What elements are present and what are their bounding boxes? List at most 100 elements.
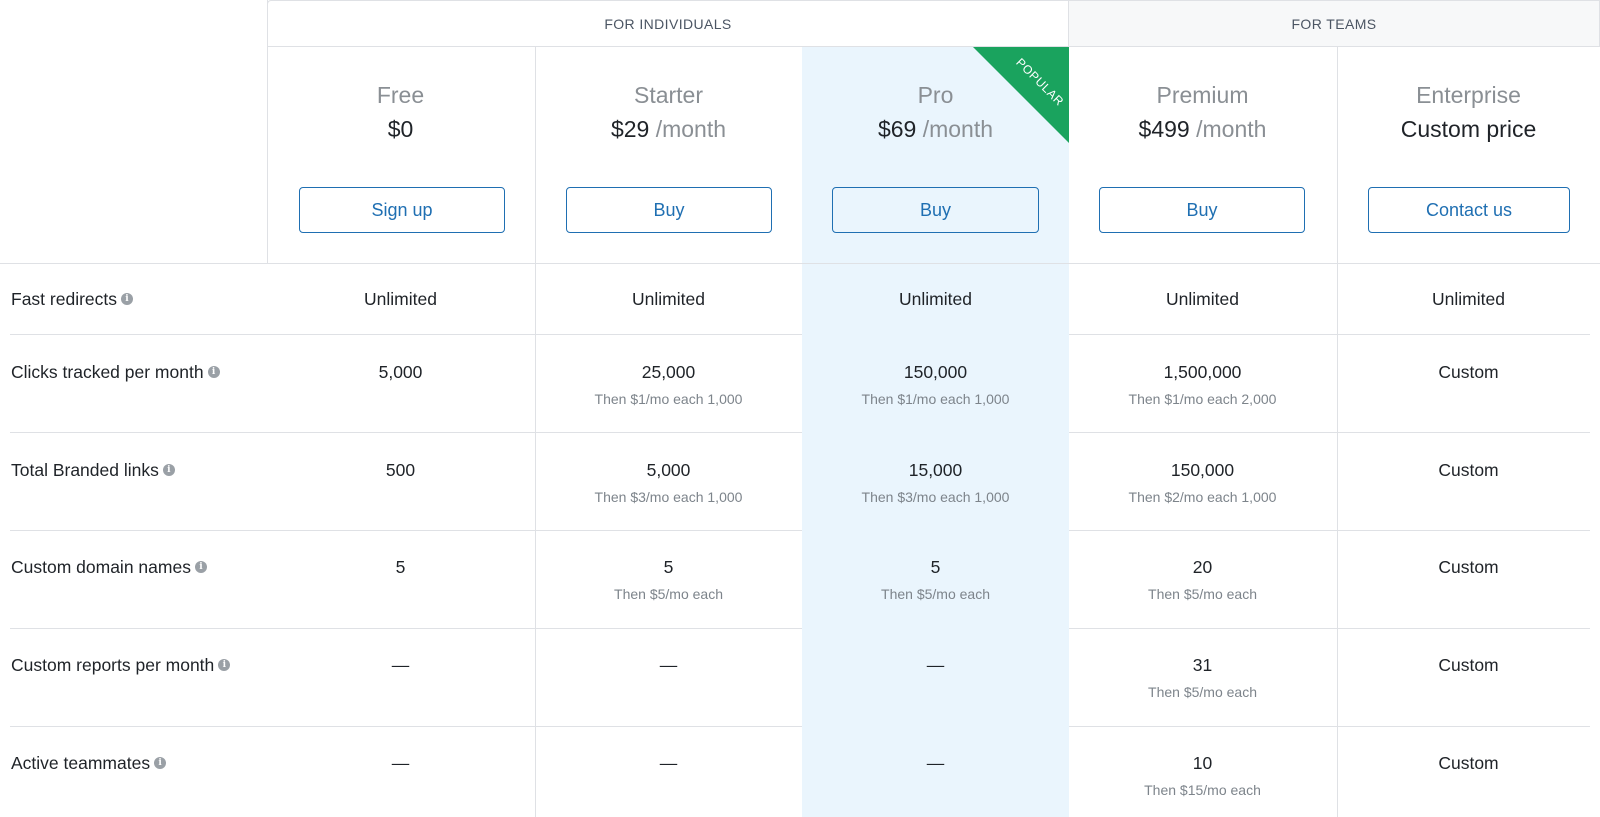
cell-note: Then $1/mo each 1,000 xyxy=(594,391,743,407)
feature-label-text: Active teammates xyxy=(11,753,151,773)
cell-value: — xyxy=(391,655,410,675)
row-divider xyxy=(1069,628,1590,629)
cell-value: Unlimited xyxy=(364,289,437,309)
plan-price-amount: $499 xyxy=(1138,116,1190,142)
cell-value: 5,000 xyxy=(646,460,691,480)
info-icon[interactable]: i xyxy=(162,464,175,477)
plan-price: $499 /month xyxy=(1069,115,1336,143)
table-cell: — xyxy=(535,752,802,774)
sign-up-button[interactable]: Sign up xyxy=(299,187,505,233)
row-divider xyxy=(1069,530,1590,531)
row-divider xyxy=(10,726,802,727)
row-divider xyxy=(10,628,802,629)
cell-value: 150,000 xyxy=(903,362,968,382)
plan-price-amount: Custom price xyxy=(1400,116,1537,142)
plan-name: Enterprise xyxy=(1416,82,1521,108)
plan-price: Custom price xyxy=(1337,115,1600,143)
cell-value: — xyxy=(926,655,945,675)
table-cell: Custom xyxy=(1337,459,1600,481)
cell-note: Then $5/mo each xyxy=(1148,684,1257,700)
cell-value: — xyxy=(391,753,410,773)
plan-card-starter: Starter $29 /month Buy xyxy=(535,47,802,263)
cell-value: Custom xyxy=(1438,655,1499,675)
buy-premium-button[interactable]: Buy xyxy=(1099,187,1305,233)
row-divider xyxy=(10,432,802,433)
table-cell: 10 Then $15/mo each xyxy=(1069,752,1336,799)
cell-value: Unlimited xyxy=(632,289,705,309)
contact-us-button[interactable]: Contact us xyxy=(1368,187,1570,233)
plan-name: Free xyxy=(376,82,425,108)
table-cell: 5 Then $5/mo each xyxy=(802,556,1069,603)
info-icon[interactable]: i xyxy=(121,293,133,306)
plan-card-premium: Premium $499 /month Buy xyxy=(1069,47,1336,263)
feature-label-text: Custom domain names xyxy=(11,557,191,577)
cell-value: 150,000 xyxy=(1170,460,1235,480)
plan-price-amount: $29 xyxy=(610,116,650,142)
cell-value: — xyxy=(659,655,678,675)
table-cell: — xyxy=(267,752,534,774)
info-icon[interactable]: i xyxy=(194,561,207,574)
plan-name: Starter xyxy=(633,82,704,108)
table-cell: 15,000 Then $3/mo each 1,000 xyxy=(802,459,1069,506)
table-cell: Unlimited xyxy=(535,288,802,310)
feature-label-text: Fast redirects xyxy=(11,289,117,309)
cell-value: Custom xyxy=(1438,460,1499,480)
plan-price-period: /month xyxy=(655,116,727,142)
table-cell: — xyxy=(802,654,1069,676)
group-label-individuals: FOR INDIVIDUALS xyxy=(604,16,732,32)
table-cell: Unlimited xyxy=(267,288,534,310)
row-divider xyxy=(10,334,802,335)
cell-value: Unlimited xyxy=(1166,289,1239,309)
feature-label-fast-redirects: Fast redirects i xyxy=(11,288,133,310)
plan-price: $0 xyxy=(267,115,534,143)
cell-value: 5 xyxy=(930,557,941,577)
plan-price: $29 /month xyxy=(535,115,802,143)
table-cell: Custom xyxy=(1337,752,1600,774)
cell-note: Then $5/mo each xyxy=(881,586,990,602)
feature-label-custom-domains: Custom domain names i xyxy=(11,556,207,578)
cell-note: Then $1/mo each 1,000 xyxy=(861,391,1010,407)
cell-value: 5,000 xyxy=(378,362,423,382)
cell-note: Then $3/mo each 1,000 xyxy=(594,489,743,505)
buy-pro-button[interactable]: Buy xyxy=(832,187,1039,233)
table-cell: 31 Then $5/mo each xyxy=(1069,654,1336,701)
popular-ribbon: POPULAR xyxy=(973,47,1069,143)
cell-value: 20 xyxy=(1192,557,1213,577)
group-header-individuals: FOR INDIVIDUALS xyxy=(267,0,1069,47)
table-cell: 500 xyxy=(267,459,534,481)
table-cell: — xyxy=(267,654,534,676)
cell-note: Then $5/mo each xyxy=(1148,586,1257,602)
table-cell: Custom xyxy=(1337,556,1600,578)
table-cell: 5 xyxy=(267,556,534,578)
info-icon[interactable]: i xyxy=(207,366,220,379)
cell-value: 10 xyxy=(1192,753,1213,773)
group-label-teams: FOR TEAMS xyxy=(1291,16,1377,32)
cell-value: 5 xyxy=(395,557,406,577)
cell-value: Custom xyxy=(1438,557,1499,577)
table-cell: 5,000 Then $3/mo each 1,000 xyxy=(535,459,802,506)
table-cell: Custom xyxy=(1337,361,1600,383)
table-cell: Custom xyxy=(1337,654,1600,676)
feature-label-clicks-tracked: Clicks tracked per month i xyxy=(11,361,220,383)
table-cell: 1,500,000 Then $1/mo each 2,000 xyxy=(1069,361,1336,408)
cell-value: Custom xyxy=(1438,362,1499,382)
feature-label-branded-links: Total Branded links i xyxy=(11,459,175,481)
table-cell: 150,000 Then $2/mo each 1,000 xyxy=(1069,459,1336,506)
cell-value: — xyxy=(926,753,945,773)
cell-note: Then $15/mo each xyxy=(1144,782,1261,798)
cell-value: 31 xyxy=(1192,655,1213,675)
info-icon[interactable]: i xyxy=(154,757,167,770)
buy-starter-button[interactable]: Buy xyxy=(566,187,772,233)
table-cell: 5 Then $5/mo each xyxy=(535,556,802,603)
table-cell: Unlimited xyxy=(1069,288,1336,310)
plan-card-free: Free $0 Sign up xyxy=(267,47,534,263)
row-divider xyxy=(1069,726,1590,727)
plan-name: Premium xyxy=(1156,82,1249,108)
table-cell: Unlimited xyxy=(802,288,1069,310)
cell-value: Custom xyxy=(1438,753,1499,773)
info-icon[interactable]: i xyxy=(218,659,231,672)
feature-label-active-teammates: Active teammates i xyxy=(11,752,167,774)
table-cell: 20 Then $5/mo each xyxy=(1069,556,1336,603)
table-cell: Unlimited xyxy=(1337,288,1600,310)
table-cell: — xyxy=(802,752,1069,774)
